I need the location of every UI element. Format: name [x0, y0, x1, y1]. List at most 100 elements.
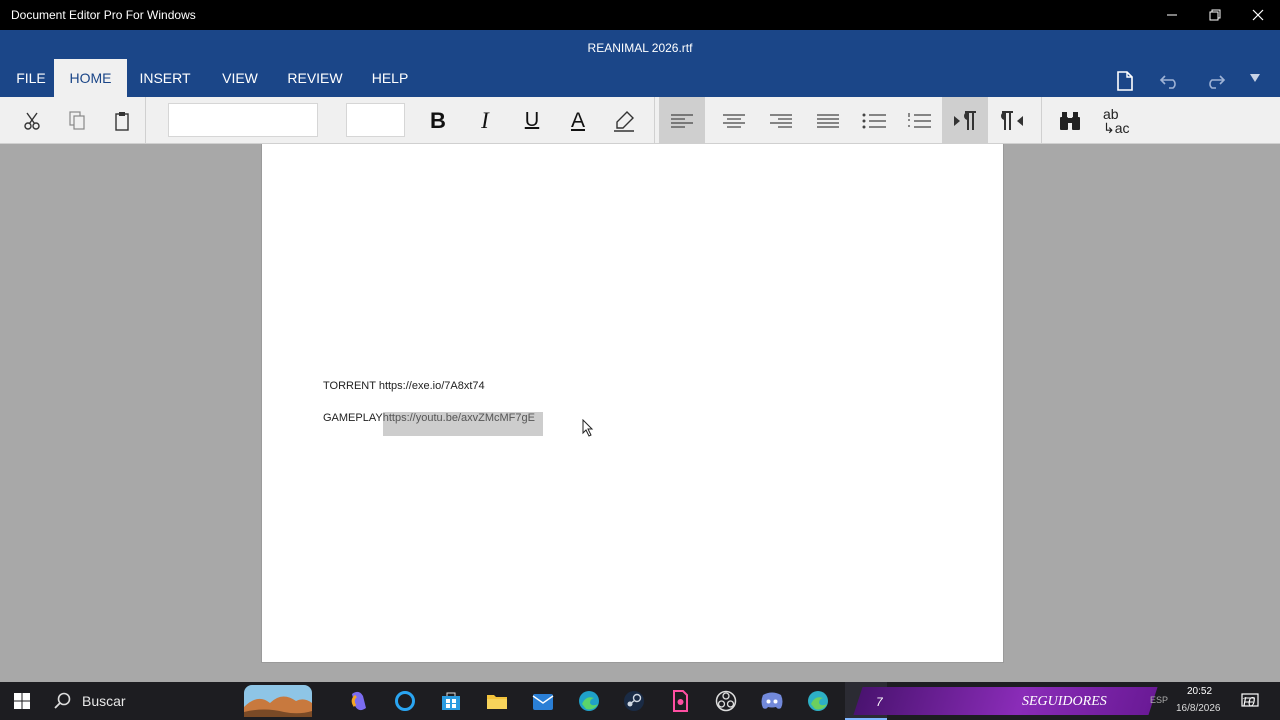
- clock-time[interactable]: 20:52: [1187, 686, 1212, 697]
- edge-dev-icon: [808, 691, 828, 711]
- find-button[interactable]: [1050, 97, 1090, 144]
- numbered-list-button[interactable]: [897, 97, 941, 144]
- mouse-cursor-icon: [582, 419, 594, 437]
- search-highlight-image[interactable]: [243, 682, 313, 720]
- undo-button[interactable]: [1158, 69, 1182, 93]
- search-icon: [54, 692, 71, 709]
- font-size-field[interactable]: [346, 103, 405, 137]
- edge-icon: [579, 691, 599, 711]
- dropdown-arrow-icon: [1250, 74, 1260, 82]
- highlight-button[interactable]: [604, 97, 644, 144]
- align-center-icon: [723, 113, 745, 128]
- replace-top-text: ab: [1103, 105, 1119, 122]
- home-toolbar: B I U A ab ↳ac: [0, 97, 1280, 144]
- divider: [1041, 97, 1042, 144]
- scissors-icon: [24, 112, 40, 130]
- justify-icon: [817, 113, 839, 128]
- steam-icon: [624, 691, 644, 711]
- align-right-icon: [770, 113, 792, 128]
- search-box[interactable]: [50, 682, 76, 720]
- restore-button[interactable]: [1193, 0, 1237, 30]
- folder-icon: [487, 695, 507, 709]
- file-explorer-app[interactable]: [480, 682, 514, 720]
- justify-button[interactable]: [806, 97, 850, 144]
- torrent-label: TORRENT: [323, 380, 376, 392]
- copilot-app[interactable]: [342, 682, 376, 720]
- discord-icon: [761, 692, 783, 709]
- ribbon-header: REANIMAL 2026.rtf FILE HOME INSERT VIEW …: [0, 30, 1280, 97]
- font-name-field[interactable]: [168, 103, 318, 137]
- ltr-paragraph-button[interactable]: [942, 97, 988, 144]
- copilot-icon: [351, 691, 366, 711]
- torrent-line: TORRENT https://exe.io/7A8xt74: [323, 380, 485, 392]
- tab-view[interactable]: VIEW: [214, 59, 266, 97]
- divider: [654, 97, 655, 144]
- store-app[interactable]: [434, 682, 468, 720]
- cortana-app[interactable]: [388, 682, 422, 720]
- new-document-icon: [1117, 71, 1133, 91]
- followers-label: SEGUIDORES: [1022, 694, 1107, 709]
- tab-file[interactable]: FILE: [8, 59, 54, 97]
- title-bar: Document Editor Pro For Windows: [0, 0, 1280, 30]
- divider: [145, 97, 146, 144]
- landscape-icon: [244, 685, 312, 717]
- copy-icon: [69, 110, 85, 130]
- replace-bottom-label: ac: [1114, 119, 1130, 136]
- mail-icon: [532, 694, 554, 710]
- close-icon: [1252, 9, 1264, 21]
- tab-help[interactable]: HELP: [365, 59, 415, 97]
- cut-button[interactable]: [12, 97, 52, 144]
- app-document-icon: [673, 690, 688, 712]
- mail-app[interactable]: [526, 682, 560, 720]
- taskbar: Buscar 7 SEGUIDORES ESP 20:52 16/8/2026: [0, 682, 1280, 720]
- redo-icon: [1209, 75, 1226, 89]
- tab-review[interactable]: REVIEW: [283, 59, 347, 97]
- gameplay-label: GAMEPLAY: [323, 412, 383, 424]
- search-label[interactable]: Buscar: [82, 693, 126, 709]
- document-app[interactable]: [663, 682, 697, 720]
- quick-access-dropdown[interactable]: [1243, 66, 1267, 90]
- bold-button[interactable]: B: [418, 97, 458, 144]
- discord-app[interactable]: [755, 682, 789, 720]
- torrent-url[interactable]: https://exe.io/7A8xt74: [379, 380, 485, 392]
- minimize-button[interactable]: [1150, 0, 1194, 30]
- gameplay-url-selected[interactable]: https://youtu.be/axvZMcMF7gE: [382, 412, 543, 436]
- align-left-icon: [671, 113, 693, 128]
- underline-button[interactable]: U: [512, 97, 552, 144]
- rtl-paragraph-button[interactable]: [990, 97, 1034, 144]
- new-document-button[interactable]: [1113, 69, 1137, 93]
- edge-dev-app[interactable]: [801, 682, 835, 720]
- replace-bottom-text: ↳ac: [1103, 119, 1130, 136]
- ltr-paragraph-icon: [954, 110, 976, 130]
- store-icon: [442, 692, 460, 710]
- circle-ring-icon: [395, 691, 415, 711]
- document-title: REANIMAL 2026.rtf: [587, 41, 693, 55]
- undo-icon: [1159, 75, 1176, 89]
- numbered-list-icon: [908, 112, 931, 128]
- copy-button[interactable]: [57, 97, 97, 144]
- font-color-button[interactable]: A: [558, 97, 598, 144]
- app-title: Document Editor Pro For Windows: [11, 8, 196, 22]
- bullet-list-button[interactable]: [852, 97, 896, 144]
- minimize-icon: [1167, 14, 1177, 16]
- replace-button[interactable]: ab ↳ac: [1095, 97, 1135, 144]
- notification-count: 10: [1241, 695, 1255, 710]
- obs-icon: [715, 690, 737, 712]
- language-indicator[interactable]: ESP: [1150, 695, 1168, 705]
- close-button[interactable]: [1236, 0, 1280, 30]
- align-right-button[interactable]: [759, 97, 803, 144]
- paste-button[interactable]: [102, 97, 142, 144]
- tab-home[interactable]: HOME: [54, 59, 127, 97]
- start-button[interactable]: [0, 682, 44, 720]
- edge-browser-app[interactable]: [572, 682, 606, 720]
- obs-app[interactable]: [709, 682, 743, 720]
- align-center-button[interactable]: [712, 97, 756, 144]
- redo-button[interactable]: [1203, 69, 1227, 93]
- italic-button[interactable]: I: [465, 97, 505, 144]
- clock-date[interactable]: 16/8/2026: [1176, 703, 1221, 714]
- document-page[interactable]: TORRENT https://exe.io/7A8xt74 GAMEPLAYh…: [261, 144, 1004, 663]
- rtl-paragraph-icon: [1001, 110, 1023, 130]
- steam-app[interactable]: [617, 682, 651, 720]
- align-left-button[interactable]: [659, 97, 705, 144]
- tab-insert[interactable]: INSERT: [133, 59, 197, 97]
